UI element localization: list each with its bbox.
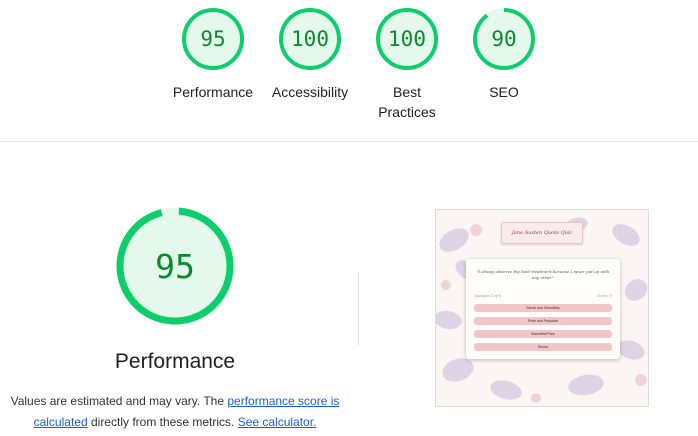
accessibility-label: Accessibility — [271, 84, 349, 100]
best-practices-label-text: Best Practices — [378, 84, 436, 120]
seo-gauge[interactable]: 90 — [472, 7, 536, 71]
note-prefix: Values are estimated and may vary. The — [10, 394, 228, 408]
quiz-score: Score: 0 — [597, 294, 612, 298]
accessibility-gauge[interactable]: 100 — [278, 7, 342, 71]
performance-gauge[interactable]: 95 — [181, 7, 245, 71]
performance-detail-score: 95 — [155, 246, 195, 286]
answer-option[interactable]: Sense and Sensibility — [474, 304, 612, 312]
metrics-note: Values are estimated and may vary. The p… — [0, 391, 350, 433]
performance-detail-gauge: 95 — [115, 206, 235, 326]
accessibility-score: 100 — [291, 27, 329, 51]
answer-option[interactable]: Emma — [474, 343, 612, 351]
vertical-separator — [358, 272, 359, 346]
best-practices-label: Best Practices — [352, 82, 462, 122]
final-screenshot-thumbnail[interactable]: Jane Austen Quote Quiz "I always deserve… — [435, 209, 649, 407]
question-counter: Question 1 of 8 — [474, 294, 502, 298]
best-practices-gauge[interactable]: 100 — [375, 7, 439, 71]
answer-option[interactable]: Mansfield Park — [474, 330, 612, 338]
seo-score: 90 — [491, 27, 517, 51]
answer-option[interactable]: Pride and Prejudice — [474, 317, 612, 325]
note-middle: directly from these metrics. — [87, 415, 238, 429]
performance-score: 95 — [200, 27, 226, 51]
quiz-title: Jane Austen Quote Quiz — [501, 222, 583, 244]
see-calculator-link[interactable]: See calculator. — [238, 415, 317, 429]
performance-label: Performance — [172, 84, 254, 100]
section-divider — [0, 141, 698, 142]
quiz-quote: "I always deserve the best treatment bec… — [476, 269, 610, 280]
best-practices-score: 100 — [388, 27, 426, 51]
quiz-card: "I always deserve the best treatment bec… — [466, 259, 620, 359]
seo-label: SEO — [489, 84, 519, 100]
performance-detail-title: Performance — [114, 350, 236, 373]
